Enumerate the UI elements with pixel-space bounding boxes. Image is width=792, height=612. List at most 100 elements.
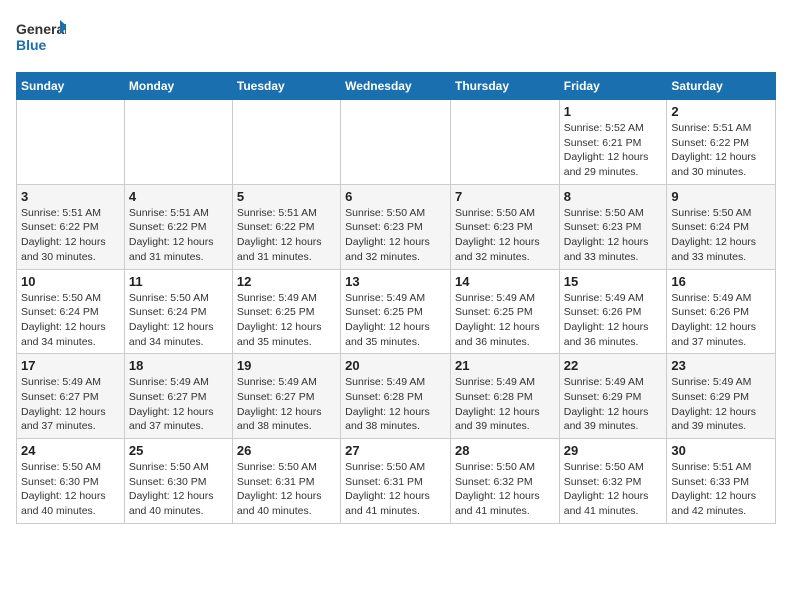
svg-text:Blue: Blue <box>16 37 47 53</box>
day-number: 9 <box>671 189 771 204</box>
day-number: 24 <box>21 443 120 458</box>
calendar-cell: 13Sunrise: 5:49 AMSunset: 6:25 PMDayligh… <box>341 269 451 354</box>
day-info: Sunrise: 5:50 AMSunset: 6:24 PMDaylight:… <box>129 291 228 350</box>
calendar-cell: 1 Sunrise: 5:52 AMSunset: 6:21 PMDaylight… <box>559 100 667 185</box>
day-number: 21 <box>455 358 555 373</box>
day-info: Sunrise: 5:49 AMSunset: 6:28 PMDaylight:… <box>345 375 446 434</box>
day-info: Sunrise: 5:49 AMSunset: 6:25 PMDaylight:… <box>345 291 446 350</box>
calendar-week-0: 1 Sunrise: 5:52 AMSunset: 6:21 PMDaylight… <box>17 100 776 185</box>
calendar-cell: 16 Sunrise: 5:49 AMSunset: 6:26 PMDayligh… <box>667 269 776 354</box>
day-info: Sunrise: 5:50 AMSunset: 6:24 PMDaylight:… <box>21 291 120 350</box>
day-info: Sunrise: 5:50 AMSunset: 6:23 PMDaylight:… <box>564 206 663 265</box>
day-info: Sunrise: 5:49 AMSunset: 6:27 PMDaylight:… <box>129 375 228 434</box>
calendar-cell: 9 Sunrise: 5:50 AMSunset: 6:24 PMDaylight… <box>667 184 776 269</box>
calendar-cell: 29Sunrise: 5:50 AMSunset: 6:32 PMDayligh… <box>559 439 667 524</box>
day-number: 14 <box>455 274 555 289</box>
calendar-cell: 7 Sunrise: 5:50 AMSunset: 6:23 PMDaylight… <box>450 184 559 269</box>
calendar-cell: 28 Sunrise: 5:50 AMSunset: 6:32 PMDayligh… <box>450 439 559 524</box>
day-number: 17 <box>21 358 120 373</box>
logo-svg: General Blue <box>16 16 66 60</box>
day-number: 4 <box>129 189 228 204</box>
day-number: 22 <box>564 358 663 373</box>
day-number: 27 <box>345 443 446 458</box>
day-number: 1 <box>564 104 663 119</box>
day-info: Sunrise: 5:52 AMSunset: 6:21 PMDaylight:… <box>564 121 663 180</box>
weekday-header-tuesday: Tuesday <box>232 73 340 100</box>
calendar-cell <box>450 100 559 185</box>
calendar-cell: 23 Sunrise: 5:49 AMSunset: 6:29 PMDayligh… <box>667 354 776 439</box>
calendar-cell: 17Sunrise: 5:49 AMSunset: 6:27 PMDayligh… <box>17 354 125 439</box>
weekday-header-monday: Monday <box>124 73 232 100</box>
calendar-week-4: 24 Sunrise: 5:50 AMSunset: 6:30 PMDayligh… <box>17 439 776 524</box>
day-number: 23 <box>671 358 771 373</box>
day-info: Sunrise: 5:49 AMSunset: 6:29 PMDaylight:… <box>564 375 663 434</box>
day-number: 26 <box>237 443 336 458</box>
calendar-table: SundayMondayTuesdayWednesdayThursdayFrid… <box>16 72 776 524</box>
calendar-cell: 6 Sunrise: 5:50 AMSunset: 6:23 PMDaylight… <box>341 184 451 269</box>
day-number: 15 <box>564 274 663 289</box>
day-number: 20 <box>345 358 446 373</box>
calendar-cell: 12 Sunrise: 5:49 AMSunset: 6:25 PMDayligh… <box>232 269 340 354</box>
day-number: 29 <box>564 443 663 458</box>
day-number: 7 <box>455 189 555 204</box>
day-number: 25 <box>129 443 228 458</box>
day-info: Sunrise: 5:49 AMSunset: 6:26 PMDaylight:… <box>671 291 771 350</box>
day-info: Sunrise: 5:51 AMSunset: 6:33 PMDaylight:… <box>671 460 771 519</box>
day-number: 3 <box>21 189 120 204</box>
svg-text:General: General <box>16 21 66 37</box>
calendar-header: SundayMondayTuesdayWednesdayThursdayFrid… <box>17 73 776 100</box>
day-info: Sunrise: 5:51 AMSunset: 6:22 PMDaylight:… <box>129 206 228 265</box>
calendar-cell: 14Sunrise: 5:49 AMSunset: 6:25 PMDayligh… <box>450 269 559 354</box>
weekday-header-friday: Friday <box>559 73 667 100</box>
day-info: Sunrise: 5:50 AMSunset: 6:23 PMDaylight:… <box>455 206 555 265</box>
calendar-week-1: 3 Sunrise: 5:51 AMSunset: 6:22 PMDaylight… <box>17 184 776 269</box>
calendar-cell: 3Sunrise: 5:51 AMSunset: 6:22 PMDaylight… <box>17 184 125 269</box>
calendar-cell: 21 Sunrise: 5:49 AMSunset: 6:28 PMDayligh… <box>450 354 559 439</box>
calendar-cell: 18 Sunrise: 5:49 AMSunset: 6:27 PMDayligh… <box>124 354 232 439</box>
day-number: 11 <box>129 274 228 289</box>
day-info: Sunrise: 5:50 AMSunset: 6:30 PMDaylight:… <box>21 460 120 519</box>
calendar-cell: 19 Sunrise: 5:49 AMSunset: 6:27 PMDayligh… <box>232 354 340 439</box>
day-number: 10 <box>21 274 120 289</box>
day-number: 6 <box>345 189 446 204</box>
calendar-body: 1 Sunrise: 5:52 AMSunset: 6:21 PMDaylight… <box>17 100 776 524</box>
day-info: Sunrise: 5:50 AMSunset: 6:31 PMDaylight:… <box>345 460 446 519</box>
calendar-cell: 8Sunrise: 5:50 AMSunset: 6:23 PMDaylight… <box>559 184 667 269</box>
calendar-cell: 27 Sunrise: 5:50 AMSunset: 6:31 PMDayligh… <box>341 439 451 524</box>
calendar-week-3: 17 Sunrise: 5:49 AMSunset: 6:27 PMDayligh… <box>17 354 776 439</box>
day-info: Sunrise: 5:50 AMSunset: 6:32 PMDaylight:… <box>455 460 555 519</box>
day-number: 16 <box>671 274 771 289</box>
calendar-cell <box>341 100 451 185</box>
day-info: Sunrise: 5:49 AMSunset: 6:29 PMDaylight:… <box>671 375 771 434</box>
day-number: 28 <box>455 443 555 458</box>
calendar-cell: 26 Sunrise: 5:50 AMSunset: 6:31 PMDayligh… <box>232 439 340 524</box>
day-number: 12 <box>237 274 336 289</box>
day-number: 5 <box>237 189 336 204</box>
calendar-cell: 10 Sunrise: 5:50 AMSunset: 6:24 PMDayligh… <box>17 269 125 354</box>
weekday-header-thursday: Thursday <box>450 73 559 100</box>
calendar-cell: 20 Sunrise: 5:49 AMSunset: 6:28 PMDayligh… <box>341 354 451 439</box>
calendar-cell: 24 Sunrise: 5:50 AMSunset: 6:30 PMDayligh… <box>17 439 125 524</box>
day-info: Sunrise: 5:50 AMSunset: 6:31 PMDaylight:… <box>237 460 336 519</box>
calendar-cell: 25Sunrise: 5:50 AMSunset: 6:30 PMDayligh… <box>124 439 232 524</box>
calendar-cell: 30Sunrise: 5:51 AMSunset: 6:33 PMDayligh… <box>667 439 776 524</box>
weekday-header-saturday: Saturday <box>667 73 776 100</box>
weekday-header-wednesday: Wednesday <box>341 73 451 100</box>
header: General Blue <box>16 16 776 60</box>
day-info: Sunrise: 5:50 AMSunset: 6:23 PMDaylight:… <box>345 206 446 265</box>
calendar-cell: 11 Sunrise: 5:50 AMSunset: 6:24 PMDayligh… <box>124 269 232 354</box>
weekday-header-sunday: Sunday <box>17 73 125 100</box>
logo: General Blue <box>16 16 66 60</box>
day-number: 2 <box>671 104 771 119</box>
day-info: Sunrise: 5:49 AMSunset: 6:28 PMDaylight:… <box>455 375 555 434</box>
day-number: 19 <box>237 358 336 373</box>
calendar-cell <box>17 100 125 185</box>
day-info: Sunrise: 5:49 AMSunset: 6:27 PMDaylight:… <box>237 375 336 434</box>
calendar-cell: 15Sunrise: 5:49 AMSunset: 6:26 PMDayligh… <box>559 269 667 354</box>
day-info: Sunrise: 5:49 AMSunset: 6:25 PMDaylight:… <box>237 291 336 350</box>
calendar-cell <box>124 100 232 185</box>
day-info: Sunrise: 5:51 AMSunset: 6:22 PMDaylight:… <box>237 206 336 265</box>
weekday-header-row: SundayMondayTuesdayWednesdayThursdayFrid… <box>17 73 776 100</box>
day-info: Sunrise: 5:50 AMSunset: 6:24 PMDaylight:… <box>671 206 771 265</box>
day-number: 18 <box>129 358 228 373</box>
